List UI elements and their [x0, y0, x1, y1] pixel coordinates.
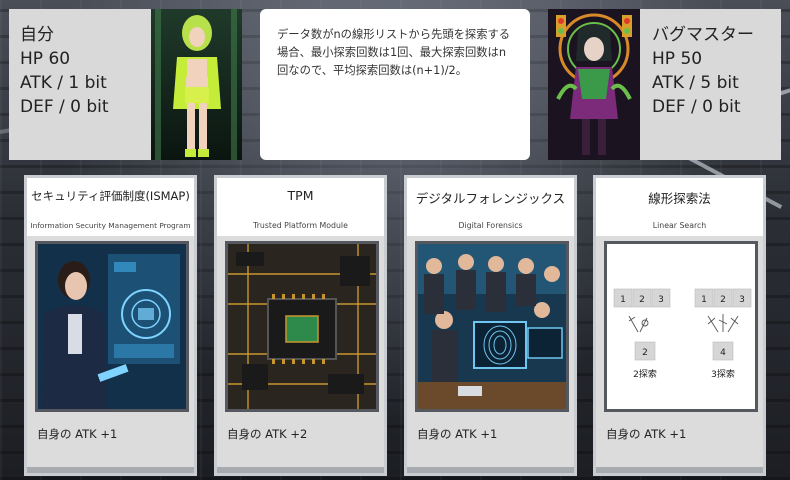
card-linear-search[interactable]: 線形探索法 Linear Search 1 2 3 2 2探索 1 2 3 4 … — [593, 175, 766, 476]
security-officer-hologram-icon — [38, 244, 186, 409]
player-portrait — [151, 9, 242, 160]
card-header: TPM Trusted Platform Module — [217, 178, 384, 236]
card-subtitle: Digital Forensics — [458, 221, 523, 230]
card-header: セキュリティ評価制度(ISMAP) Information Security M… — [27, 178, 194, 236]
card-title: デジタルフォレンジックス — [415, 191, 566, 206]
card-effect: 自身の ATK +1 — [606, 427, 687, 441]
diagram-cell-label: 2 — [639, 295, 645, 305]
linear-search-diagram-icon: 1 2 3 2 2探索 1 2 3 4 3探索 — [607, 244, 755, 409]
diagram-caption: 2探索 — [633, 368, 657, 380]
card-title: セキュリティ評価制度(ISMAP) — [31, 189, 190, 203]
card-footer — [217, 467, 384, 473]
card-subtitle: Information Security Management Program — [30, 221, 191, 230]
card-ismap[interactable]: セキュリティ評価制度(ISMAP) Information Security M… — [24, 175, 197, 476]
card-tpm[interactable]: TPM Trusted Platform Module 自身の ATK +2 — [214, 175, 387, 476]
player-stats: 自分 HP 60 ATK / 1 bit DEF / 0 bit — [20, 23, 109, 119]
card-subtitle: Linear Search — [652, 221, 707, 230]
diagram-cell-label: 1 — [620, 295, 626, 305]
card-art: 1 2 3 2 2探索 1 2 3 4 3探索 — [604, 241, 758, 412]
enemy-status-panel: バグマスター HP 50 ATK / 5 bit DEF / 0 bit — [548, 9, 781, 160]
card-digital-forensics[interactable]: デジタルフォレンジックス Digital Forensics 自身の ATK +… — [404, 175, 577, 476]
enemy-hp: HP 50 — [652, 49, 703, 69]
card-subtitle: Trusted Platform Module — [253, 221, 348, 230]
card-art — [225, 241, 379, 412]
card-header: デジタルフォレンジックス Digital Forensics — [407, 178, 574, 236]
player-def: DEF / 0 bit — [20, 97, 109, 117]
enemy-atk: ATK / 5 bit — [652, 73, 739, 93]
player-atk: ATK / 1 bit — [20, 73, 107, 93]
diagram-caption: 3探索 — [711, 368, 735, 380]
card-art — [415, 241, 569, 412]
message-box: データ数がnの線形リストから先頭を探索する場合、最小探索回数は1回、最大探索回数… — [260, 9, 530, 160]
card-art — [35, 241, 189, 412]
card-effect: 自身の ATK +2 — [227, 427, 308, 441]
card-header: 線形探索法 Linear Search — [596, 178, 763, 236]
card-title: TPM — [287, 188, 314, 203]
forensics-team-fingerprint-icon — [418, 244, 566, 409]
diagram-cell-label: 3 — [739, 295, 745, 305]
diagram-cell-label: 3 — [658, 295, 664, 305]
player-hp: HP 60 — [20, 49, 71, 69]
card-title: 線形探索法 — [648, 191, 711, 206]
enemy-def: DEF / 0 bit — [652, 97, 741, 117]
player-status-panel: 自分 HP 60 ATK / 1 bit DEF / 0 bit — [9, 9, 242, 160]
enemy-portrait — [548, 9, 640, 160]
card-effect: 自身の ATK +1 — [37, 427, 118, 441]
diagram-target-label: 2 — [642, 348, 648, 358]
circuit-chip-icon — [228, 244, 376, 409]
card-footer — [596, 467, 763, 473]
enemy-stats: バグマスター HP 50 ATK / 5 bit DEF / 0 bit — [652, 23, 754, 119]
card-footer — [27, 467, 194, 473]
player-name: 自分 — [20, 25, 54, 45]
message-text: データ数がnの線形リストから先頭を探索する場合、最小探索回数は1回、最大探索回数… — [277, 28, 511, 77]
card-effect: 自身の ATK +1 — [417, 427, 498, 441]
diagram-cell-label: 2 — [720, 295, 726, 305]
card-footer — [407, 467, 574, 473]
diagram-cell-label: 1 — [701, 295, 707, 305]
enemy-name: バグマスター — [652, 25, 754, 45]
diagram-target-label: 4 — [720, 348, 726, 358]
